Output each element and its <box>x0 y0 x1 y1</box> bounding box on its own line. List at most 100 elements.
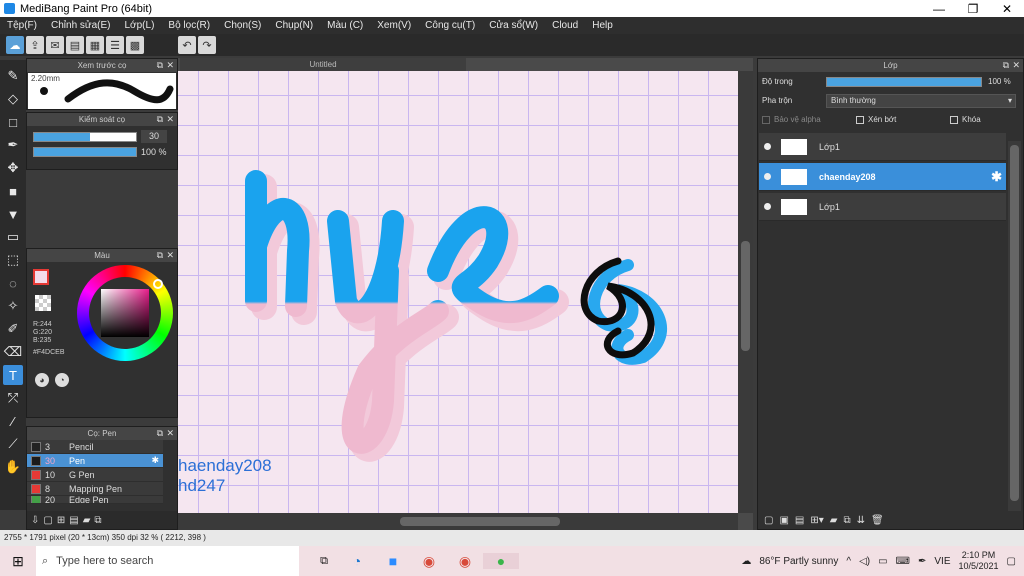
pen-icon[interactable]: ✒ <box>918 556 926 567</box>
protect-alpha-checkbox[interactable] <box>762 115 770 124</box>
brush-tool-icon[interactable]: ✎ <box>3 66 23 86</box>
panel-close-icon[interactable]: ✕ <box>166 427 174 440</box>
vertical-scroll-thumb[interactable] <box>741 241 750 351</box>
hue-handle[interactable] <box>153 279 163 289</box>
brush-item[interactable]: 8 Mapping Pen <box>27 482 163 496</box>
select-eraser-icon[interactable]: ⌫ <box>3 342 23 362</box>
panel-close-icon[interactable]: ✕ <box>166 249 174 262</box>
keyboard-icon[interactable]: ⌨ <box>896 556 910 567</box>
message-icon[interactable]: ▤ <box>66 36 84 54</box>
menu-view[interactable]: Xem(V) <box>370 20 418 31</box>
menu-color[interactable]: Màu (C) <box>320 20 370 31</box>
document-tab[interactable]: Untitled <box>180 58 466 71</box>
menu-tools[interactable]: Công cụ(T) <box>418 20 482 31</box>
menu-cloud[interactable]: Cloud <box>545 20 585 31</box>
transparent-swatch[interactable] <box>35 295 51 311</box>
taskbar-search[interactable]: ⌕ Type here to search <box>36 546 299 576</box>
magic-wand-icon[interactable]: ✧ <box>3 296 23 316</box>
gradient-tool-icon[interactable]: ▭ <box>3 227 23 247</box>
list-icon[interactable]: ☰ <box>106 36 124 54</box>
hand-tool-icon[interactable]: ✋ <box>3 457 23 477</box>
menu-edit[interactable]: Chỉnh sửa(E) <box>44 20 118 31</box>
chrome-profile-icon[interactable]: ◉ <box>447 553 483 570</box>
medibang-icon[interactable]: ● <box>483 553 519 569</box>
add-brush-icon[interactable]: ⊞ <box>57 515 65 526</box>
language-indicator[interactable]: VIE <box>934 556 950 567</box>
brush-item[interactable]: 20 Edge Pen <box>27 496 163 504</box>
foreground-color-swatch[interactable] <box>33 269 49 285</box>
grid-icon[interactable]: ▩ <box>126 36 144 54</box>
network-icon[interactable]: ▭ <box>878 556 887 567</box>
volume-icon[interactable]: ◁) <box>859 556 870 567</box>
layer-opacity-slider[interactable] <box>826 76 982 87</box>
drawing-canvas[interactable]: haenday208 hd247 <box>178 71 738 513</box>
brush-opacity-slider[interactable] <box>33 147 137 157</box>
brush-item[interactable]: 10 G Pen <box>27 468 163 482</box>
brush-settings-icon[interactable]: ▤ <box>69 515 78 526</box>
gear-icon[interactable]: ✱ <box>151 455 159 466</box>
close-button[interactable]: ✕ <box>990 2 1024 16</box>
palette-icon[interactable]: ◕ <box>35 373 49 387</box>
delete-layer-icon[interactable]: 🗑 <box>871 515 884 526</box>
select-tool-icon[interactable]: ⬚ <box>3 250 23 270</box>
eraser-tool-icon[interactable]: ◇ <box>3 89 23 109</box>
visibility-icon[interactable] <box>764 203 771 210</box>
menu-file[interactable]: Tệp(F) <box>0 20 44 31</box>
clipping-checkbox[interactable] <box>856 115 864 124</box>
blend-mode-select[interactable]: Bình thường ▾ <box>826 93 1016 108</box>
lock-checkbox[interactable] <box>950 115 958 124</box>
minimize-button[interactable]: — <box>922 2 956 16</box>
weather-text[interactable]: 86°F Partly sunny <box>759 556 838 567</box>
layer-item-selected[interactable]: chaenday208 ✱ <box>759 163 1006 191</box>
select-pen-icon[interactable]: ✒ <box>3 135 23 155</box>
notification-icon[interactable]: ▢ <box>1007 556 1016 567</box>
layer-item[interactable]: Lớp1 <box>759 133 1006 161</box>
tray-chevron-icon[interactable]: ^ <box>846 556 851 567</box>
select-brush-icon[interactable]: ✐ <box>3 319 23 339</box>
undock-icon[interactable]: ⧉ <box>1003 59 1009 72</box>
add-layer-menu-icon[interactable]: ⊞▾ <box>810 515 823 526</box>
panel-close-icon[interactable]: ✕ <box>166 113 174 126</box>
windows-start-icon[interactable]: ⊞ <box>0 553 36 570</box>
new-halftone-layer-icon[interactable]: ▣ <box>779 515 788 526</box>
restore-button[interactable]: ❐ <box>956 2 990 16</box>
dot-tool-icon[interactable]: □ <box>3 112 23 132</box>
layer-scrollbar[interactable] <box>1008 141 1021 511</box>
horizontal-scroll-thumb[interactable] <box>400 517 560 526</box>
brush-size-value[interactable]: 30 <box>141 130 167 143</box>
undo-button[interactable]: ↶ <box>178 36 196 54</box>
share-icon[interactable]: ⇪ <box>26 36 44 54</box>
visibility-icon[interactable] <box>764 143 771 150</box>
cloud-download-icon[interactable]: ⇩ <box>31 515 39 526</box>
saturation-square[interactable] <box>101 289 149 337</box>
menu-filter[interactable]: Bộ lọc(R) <box>161 20 217 31</box>
layer-scroll-thumb[interactable] <box>1010 145 1019 501</box>
hue-wheel[interactable] <box>77 265 173 361</box>
new-layer-icon[interactable]: ▢ <box>764 515 773 526</box>
visibility-icon[interactable] <box>764 173 771 180</box>
comment-icon[interactable]: ✉ <box>46 36 64 54</box>
lasso-tool-icon[interactable]: ◌ <box>3 273 23 293</box>
document-icon[interactable]: ▦ <box>86 36 104 54</box>
undock-icon[interactable]: ⧉ <box>157 113 163 126</box>
vertical-scrollbar[interactable] <box>738 71 753 513</box>
move-tool-icon[interactable]: ✥ <box>3 158 23 178</box>
operation-tool-icon[interactable]: ⤱ <box>3 388 23 408</box>
panel-close-icon[interactable]: ✕ <box>1012 59 1020 72</box>
brush-item-selected[interactable]: 30 Pen ✱ <box>27 454 163 468</box>
folder-icon[interactable]: ▰ <box>83 515 91 526</box>
brush-item[interactable]: 3 Pencil <box>27 440 163 454</box>
new-8bit-layer-icon[interactable]: ▤ <box>795 515 804 526</box>
merge-layer-icon[interactable]: ⇊ <box>857 515 865 526</box>
gear-icon[interactable]: ✱ <box>991 169 1002 185</box>
brush-size-slider[interactable] <box>33 131 137 142</box>
fill-tool-icon[interactable]: ▼ <box>3 204 23 224</box>
menu-select[interactable]: Chọn(S) <box>217 20 268 31</box>
redo-button[interactable]: ↷ <box>198 36 216 54</box>
zoom-icon[interactable]: ■ <box>375 553 411 569</box>
eyedropper-icon[interactable]: ⟋ <box>3 434 23 454</box>
divide-tool-icon[interactable]: ⁄ <box>3 411 23 431</box>
layer-item[interactable]: Lớp1 <box>759 193 1006 221</box>
folder-icon[interactable]: ▰ <box>830 515 838 526</box>
edge-icon[interactable]: ◔ <box>339 553 375 569</box>
